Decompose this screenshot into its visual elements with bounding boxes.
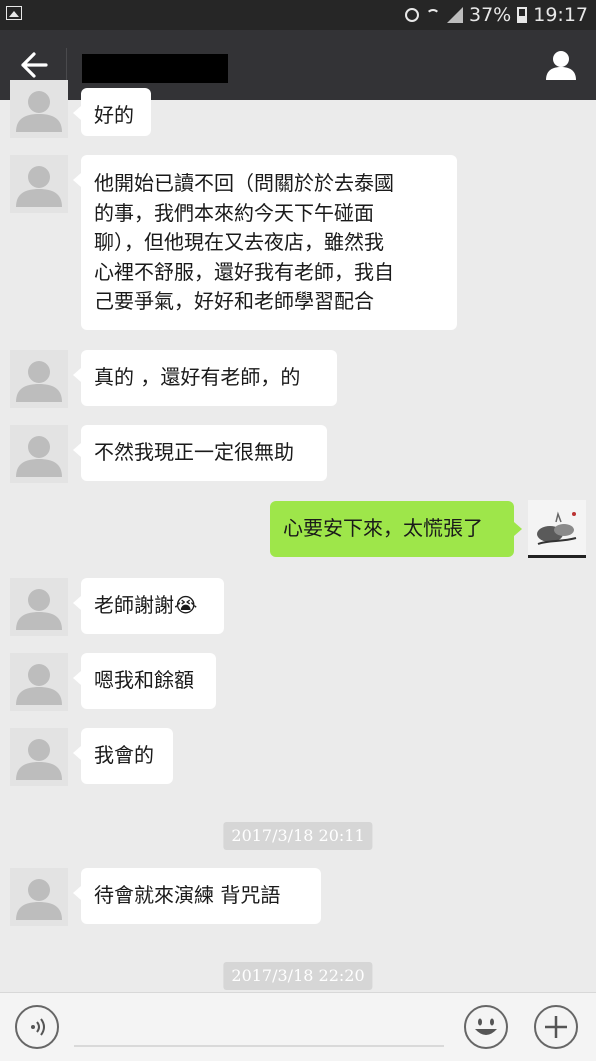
contact-avatar[interactable] [10, 425, 68, 483]
message-bubble[interactable]: 他開始已讀不回（問關於於去泰國 的事，我們本來約今天下午碰面 聊），但他現在又去… [73, 155, 457, 330]
message-bubble[interactable]: 老師謝謝😭 [73, 578, 224, 634]
message-line: 己要爭氣，好好和老師學習配合 [94, 289, 374, 313]
message-text: 不然我現正一定很無助 [94, 440, 294, 464]
message-text: 真的 ，還好有老師，的 [94, 365, 301, 389]
message-bubble[interactable]: 我會的 [73, 728, 173, 784]
plus-icon[interactable] [534, 1005, 578, 1049]
outgoing-message-bubble[interactable]: 心要安下來，太慌張了 [270, 501, 522, 557]
message-input[interactable] [74, 1045, 444, 1047]
image-icon [6, 6, 22, 20]
message-bubble[interactable]: 嗯我和餘額 [73, 653, 216, 709]
chat-timestamp: 2017/3/18 22:20 [223, 962, 373, 990]
back-arrow-icon[interactable] [14, 50, 50, 80]
message-bubble[interactable]: 真的 ，還好有老師，的 [73, 350, 337, 406]
emoji-icon[interactable] [464, 1005, 508, 1049]
alarm-icon [405, 8, 419, 22]
signal-icon [447, 7, 463, 23]
message-bubble[interactable]: 好的 [73, 88, 151, 136]
message-line: 聊），但他現在又去夜店，雖然我 [94, 230, 384, 254]
message-line: 他開始已讀不回（問關於於去泰國 [94, 171, 394, 195]
contact-avatar[interactable] [10, 155, 68, 213]
status-icons: 37% 19:17 [405, 3, 588, 27]
message-text: 好的 [94, 103, 134, 127]
contact-avatar[interactable] [10, 80, 68, 138]
wifi-icon [425, 8, 441, 22]
message-bubble[interactable]: 不然我現正一定很無助 [73, 425, 327, 481]
message-line: 心裡不舒服，還好我有老師，我自 [94, 259, 394, 284]
message-bubble[interactable]: 待會就來演練 背咒語 [73, 868, 321, 924]
contact-avatar[interactable] [10, 868, 68, 926]
contact-avatar[interactable] [10, 350, 68, 408]
message-line: 的事，我們本來約今天下午碰面 [94, 200, 374, 225]
status-bar: 37% 19:17 [0, 0, 596, 30]
battery-icon [517, 7, 528, 23]
contact-avatar[interactable] [10, 728, 68, 786]
profile-icon[interactable] [544, 48, 578, 82]
chat-input-bar [0, 992, 596, 1061]
contact-avatar[interactable] [10, 653, 68, 711]
user-avatar[interactable] [528, 500, 586, 558]
message-text: 嗯我和餘額 [94, 668, 194, 692]
message-text: 心要安下來，太慌張了 [283, 516, 483, 540]
message-text: 待會就來演練 背咒語 [94, 883, 281, 907]
chat-timestamp: 2017/3/18 20:11 [223, 822, 373, 850]
message-text: 我會的 [94, 743, 154, 767]
contact-avatar[interactable] [10, 578, 68, 636]
clock: 19:17 [533, 4, 588, 26]
voice-icon[interactable] [15, 1005, 59, 1049]
title-separator [66, 48, 67, 82]
contact-name-redacted [82, 54, 228, 83]
battery-percent: 37% [469, 4, 512, 26]
crying-emoji: 😭 [174, 593, 198, 617]
message-text: 老師謝謝 [94, 593, 174, 617]
